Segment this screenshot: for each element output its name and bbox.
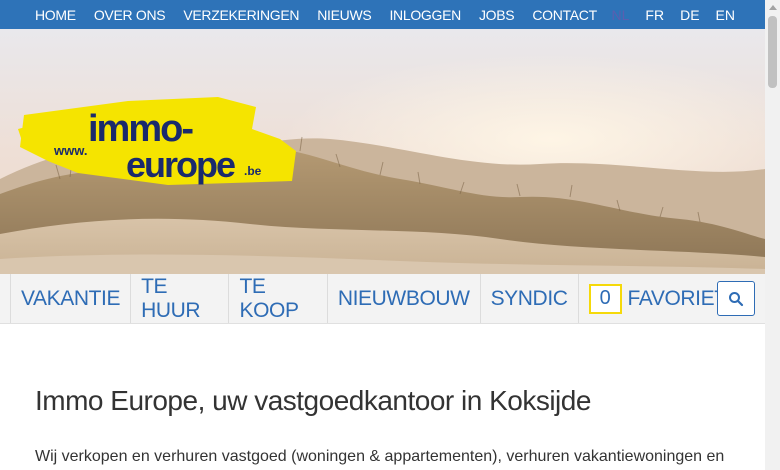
logo-suffix: .be	[244, 164, 262, 178]
search-button[interactable]	[717, 281, 755, 316]
main-content: Immo Europe, uw vastgoedkantoor in Koksi…	[0, 325, 765, 470]
language-de[interactable]: DE	[680, 7, 699, 23]
scrollbar-thumb[interactable]	[768, 16, 777, 88]
page-scrollbar[interactable]	[765, 0, 780, 470]
nav-item-inloggen[interactable]: INLOGGEN	[380, 7, 470, 23]
favorites-count-badge: 0	[588, 283, 622, 314]
hero-banner: www. immo- europe .be	[0, 29, 765, 274]
page-title: Immo Europe, uw vastgoedkantoor in Koksi…	[35, 385, 591, 416]
scroll-up-arrow-icon[interactable]	[765, 0, 780, 14]
nav-item-over-ons[interactable]: OVER ONS	[85, 7, 175, 23]
category-menu: VAKANTIE TE HUUR TE KOOP NIEUWBOUW SYNDI…	[0, 274, 765, 324]
category-vakantie[interactable]: VAKANTIE	[10, 274, 130, 323]
search-icon	[729, 291, 744, 306]
main-nav: HOME OVER ONS VERZEKERINGEN NIEUWS INLOG…	[26, 0, 606, 29]
category-te-koop[interactable]: TE KOOP	[228, 274, 326, 323]
top-navigation-bar: HOME OVER ONS VERZEKERINGEN NIEUWS INLOG…	[0, 0, 765, 29]
nav-item-contact[interactable]: CONTACT	[523, 7, 606, 23]
nav-item-verzekeringen[interactable]: VERZEKERINGEN	[174, 7, 308, 23]
logo-prefix: www.	[53, 143, 87, 158]
nav-item-nieuws[interactable]: NIEUWS	[308, 7, 380, 23]
immo-europe-logo[interactable]: www. immo- europe .be	[18, 89, 300, 189]
nav-item-jobs[interactable]: JOBS	[470, 7, 523, 23]
language-fr[interactable]: FR	[645, 7, 664, 23]
category-te-huur[interactable]: TE HUUR	[130, 274, 228, 323]
language-switcher: NL FR DE EN	[596, 0, 735, 29]
intro-text: Wij verkopen en verhuren vastgoed (wonin…	[35, 448, 725, 465]
language-en[interactable]: EN	[716, 7, 735, 23]
language-nl[interactable]: NL	[612, 7, 630, 23]
category-syndic[interactable]: SYNDIC	[479, 274, 578, 323]
logo-line2: europe	[126, 144, 235, 185]
category-nieuwbouw[interactable]: NIEUWBOUW	[326, 274, 480, 323]
nav-item-home[interactable]: HOME	[26, 7, 85, 23]
